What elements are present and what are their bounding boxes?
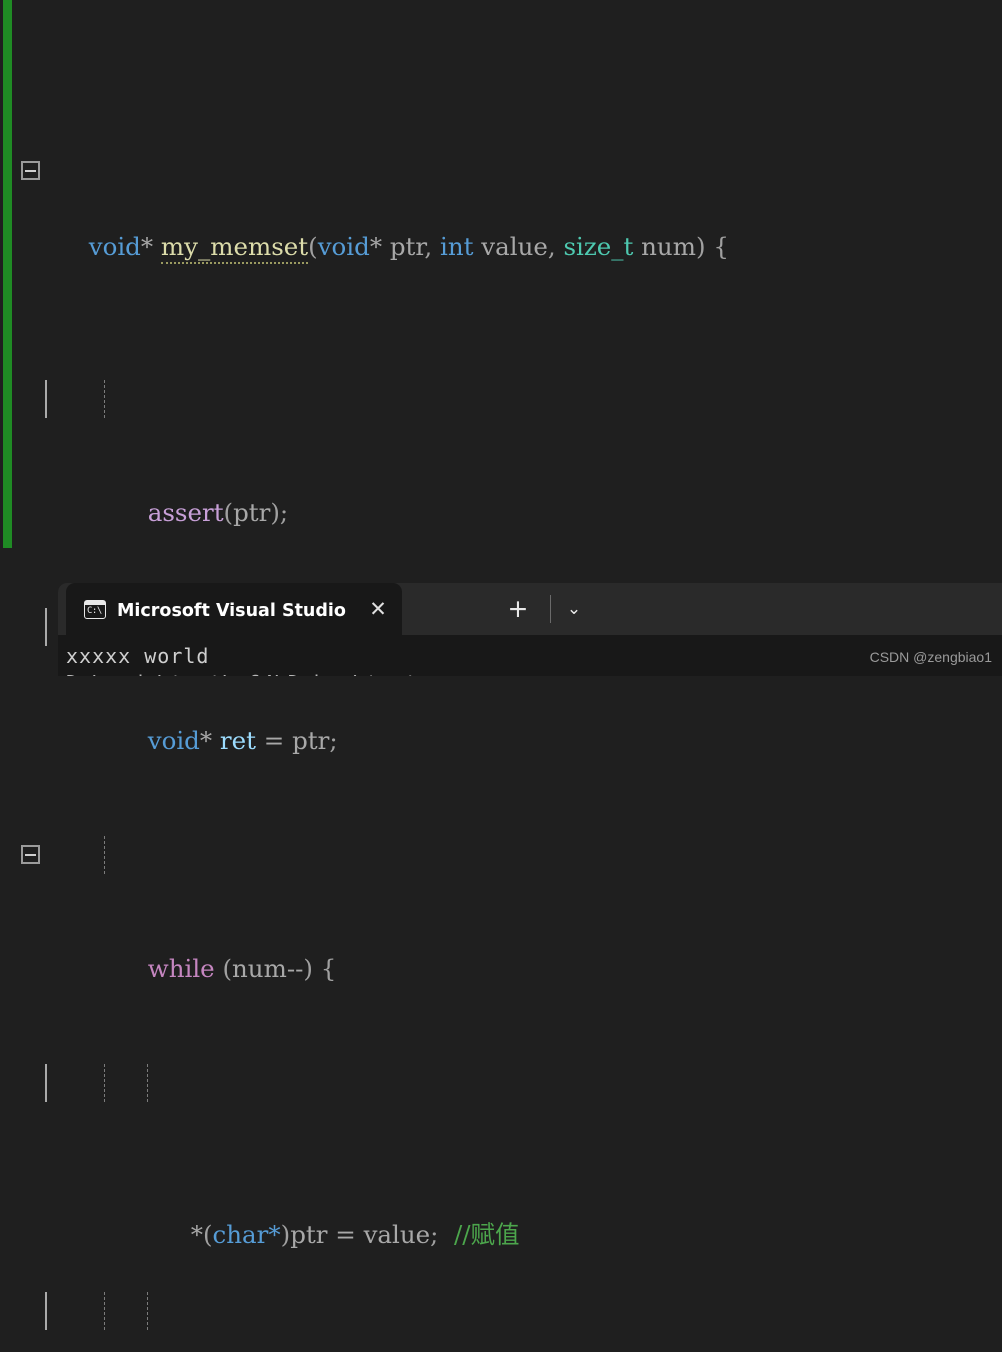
token-star: * — [140, 232, 154, 261]
token-close-paren: ) — [695, 232, 706, 261]
token-void: void — [88, 232, 141, 261]
watermark: CSDN @zengbiao1 — [869, 649, 992, 665]
code-line-5[interactable]: *(char*)ptr = value; //赋值 — [0, 1064, 1002, 1249]
token-ret-decl: ret — [219, 726, 256, 755]
token-void-3: void — [147, 726, 200, 755]
code-surface[interactable]: void* my_memset(void* ptr, int value, si… — [0, 0, 1002, 1352]
indent-guide — [147, 1064, 148, 1102]
token-equals-2: = — [335, 1220, 356, 1249]
indent-guide — [104, 1064, 105, 1102]
code-editor[interactable]: void* my_memset(void* ptr, int value, si… — [0, 0, 1002, 1330]
token-close-paren-3: ) — [303, 954, 313, 983]
token-num-1: num — [232, 954, 287, 983]
indent-guide — [104, 1292, 105, 1330]
scope-line — [45, 380, 47, 418]
token-char-cast-1: char — [212, 1220, 269, 1249]
terminal-output-line: xxxxx world — [66, 644, 210, 668]
token-assert: assert — [147, 498, 224, 527]
token-while: while — [147, 954, 215, 983]
token-close-paren-4: ) — [280, 1220, 291, 1249]
fold-toggle-icon[interactable] — [21, 161, 40, 180]
token-value-param: value — [481, 232, 548, 261]
terminal-tab-bar[interactable]: C:\ Microsoft Visual Studio 调试控 ✕ + ⌄ — [58, 583, 1002, 635]
fold-toggle-icon[interactable] — [21, 845, 40, 864]
console-icon: C:\ — [84, 599, 106, 619]
toolbar-divider — [550, 595, 551, 623]
indent-guide — [104, 380, 105, 418]
token-open-paren-2: ( — [223, 498, 234, 527]
token-open-paren-4: ( — [202, 1220, 213, 1249]
token-my-memset: my_memset — [160, 232, 309, 264]
token-close-paren-2: ) — [270, 498, 280, 527]
scope-line — [45, 1064, 47, 1102]
token-ptr-2: ptr — [292, 726, 330, 755]
close-icon[interactable]: ✕ — [366, 598, 390, 620]
token-open-paren-3: ( — [222, 954, 233, 983]
console-icon-text: C:\ — [87, 605, 102, 616]
token-ptr-1: ptr — [233, 498, 271, 527]
code-line-1[interactable]: void* my_memset(void* ptr, int value, si… — [0, 152, 1002, 264]
code-line-4[interactable]: while (num--) { — [0, 836, 1002, 983]
token-size-t: size_t — [563, 232, 634, 261]
indent-guide — [104, 836, 105, 874]
new-terminal-button[interactable]: + — [506, 596, 530, 621]
token-int: int — [440, 232, 474, 261]
code-line-2[interactable]: assert(ptr); — [0, 380, 1002, 527]
terminal-panel[interactable]: C:\ Microsoft Visual Studio 调试控 ✕ + ⌄ xx… — [58, 583, 1002, 676]
token-semi-1: ; — [279, 498, 289, 527]
terminal-output[interactable]: xxxxx world D:\code\test\x64\Debug\test.… — [58, 635, 1002, 676]
token-semi-3: ; — [430, 1220, 439, 1249]
token-star-3: * — [199, 726, 213, 755]
token-value-1: value — [363, 1220, 431, 1249]
indent-guide — [147, 1292, 148, 1330]
token-semi-2: ; — [329, 726, 338, 755]
token-star-2: * — [369, 232, 383, 261]
scope-line — [45, 608, 47, 646]
token-num-param: num — [641, 232, 696, 261]
terminal-output-line: D:\code\test\x64\Debug\test.exe — [66, 670, 1002, 676]
token-ptr-param: ptr — [389, 232, 425, 261]
token-open-brace: { — [713, 232, 729, 261]
token-ptr-3: ptr — [290, 1220, 328, 1249]
terminal-tab-title: Microsoft Visual Studio 调试控 — [117, 600, 349, 621]
code-line-6[interactable]: ptr = (char*)ptr + 1; //前移 — [0, 1292, 1002, 1330]
chevron-down-icon[interactable]: ⌄ — [562, 599, 586, 619]
token-void-2: void — [317, 232, 370, 261]
token-comma-2: , — [547, 232, 556, 261]
token-equals-1: = — [263, 726, 285, 755]
token-star-cast-1: * — [268, 1220, 281, 1249]
scope-line — [45, 1292, 47, 1330]
token-deref-star: * — [190, 1220, 203, 1249]
terminal-tab[interactable]: C:\ Microsoft Visual Studio 调试控 ✕ — [66, 583, 402, 635]
token-open-paren: ( — [308, 232, 318, 261]
token-decrement: -- — [286, 954, 304, 983]
token-open-brace-2: { — [320, 954, 337, 983]
comment-assign: //赋值 — [453, 1220, 520, 1249]
